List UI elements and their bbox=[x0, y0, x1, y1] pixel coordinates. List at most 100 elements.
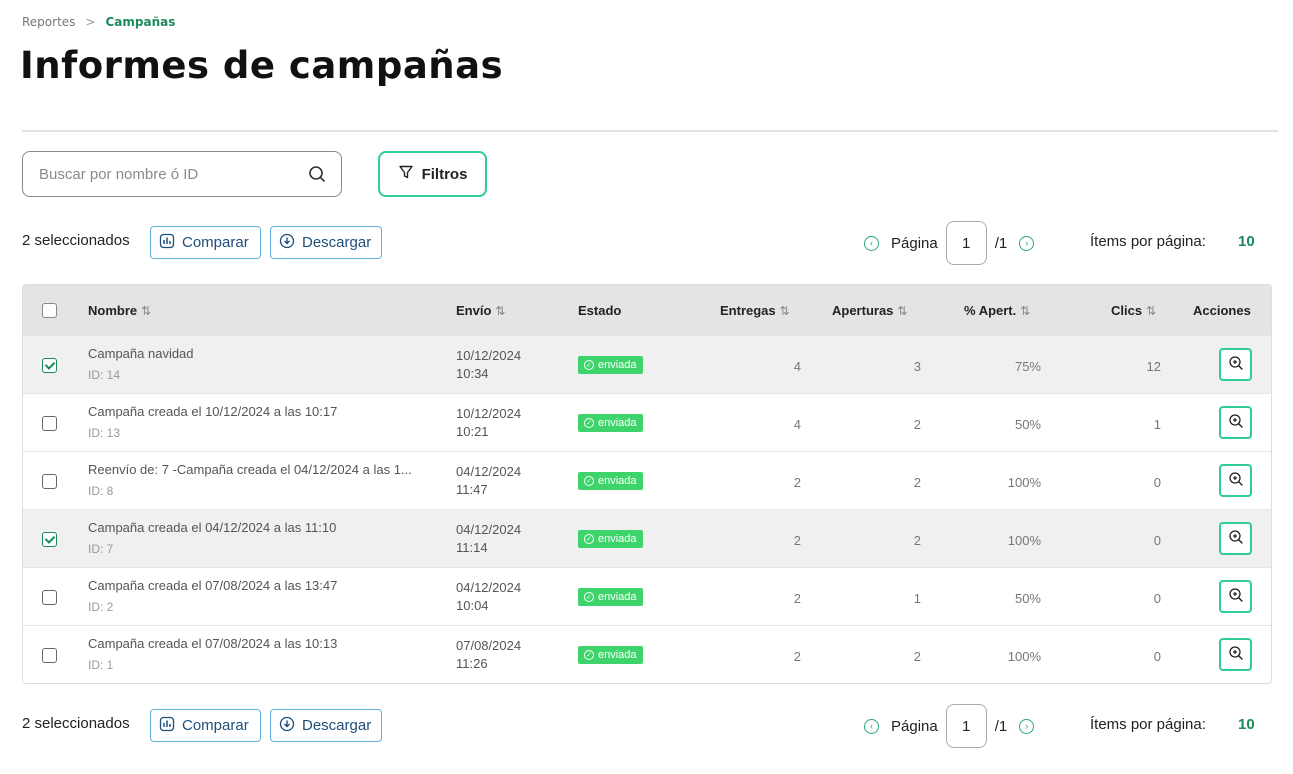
check-circle-icon: ✓ bbox=[584, 418, 594, 428]
clics-value: 0 bbox=[1153, 649, 1161, 664]
header-pct-apert[interactable]: % Apert. ⇅ bbox=[964, 303, 1030, 318]
send-datetime: 04/12/2024 11:14 bbox=[456, 521, 521, 557]
clics-value: 1 bbox=[1153, 417, 1161, 432]
campaign-id: ID: 2 bbox=[88, 600, 114, 614]
send-datetime: 04/12/2024 10:04 bbox=[456, 579, 521, 615]
view-report-button[interactable] bbox=[1219, 580, 1252, 613]
header-nombre-label: Nombre bbox=[88, 303, 138, 318]
sort-icon: ⇅ bbox=[779, 304, 790, 318]
search-input[interactable] bbox=[37, 164, 307, 184]
send-date: 04/12/2024 bbox=[456, 580, 522, 595]
campaigns-table: Nombre ⇅ Envío ⇅ Estado Entregas ⇅ Apertura… bbox=[22, 284, 1272, 684]
compare-label: Comparar bbox=[182, 234, 249, 251]
view-report-button[interactable] bbox=[1219, 348, 1252, 381]
row-checkbox[interactable] bbox=[42, 474, 57, 489]
pct-apert-value: 75% bbox=[1014, 359, 1041, 374]
items-per-page-select[interactable]: 10 bbox=[1238, 233, 1255, 250]
page-number-input[interactable] bbox=[945, 221, 987, 265]
row-checkbox[interactable] bbox=[42, 416, 57, 431]
campaign-name: Campaña creada el 07/08/2024 a las 10:13 bbox=[88, 636, 338, 651]
zoom-in-icon bbox=[1228, 587, 1244, 607]
send-time: 11:26 bbox=[456, 656, 488, 671]
page-total: /1 bbox=[994, 234, 1008, 252]
download-button[interactable]: Descargar bbox=[270, 226, 382, 259]
row-checkbox[interactable] bbox=[42, 532, 57, 547]
compare-button[interactable]: Comparar bbox=[150, 226, 261, 259]
download-icon bbox=[279, 716, 295, 736]
entregas-value: 2 bbox=[793, 475, 801, 490]
action-bar-top: 2 seleccionados Comparar Descargar ‹ Pág… bbox=[22, 221, 1278, 265]
pct-apert-value: 100% bbox=[1007, 475, 1041, 490]
send-time: 10:04 bbox=[456, 598, 489, 613]
campaign-id: ID: 14 bbox=[88, 368, 121, 382]
page-label: Página bbox=[891, 234, 938, 252]
items-per-page-select[interactable]: 10 bbox=[1238, 716, 1255, 733]
select-all-checkbox[interactable] bbox=[42, 303, 57, 318]
header-clics[interactable]: Clics ⇅ bbox=[1111, 303, 1156, 318]
page-total: /1 bbox=[994, 717, 1008, 735]
compare-label: Comparar bbox=[182, 717, 249, 734]
clics-value: 0 bbox=[1153, 533, 1161, 548]
send-time: 10:34 bbox=[456, 366, 489, 381]
divider bbox=[22, 130, 1278, 132]
table-row: Campaña creada el 07/08/2024 a las 13:47… bbox=[23, 567, 1271, 625]
aperturas-value: 1 bbox=[913, 591, 921, 606]
search-icon[interactable] bbox=[307, 164, 327, 184]
download-label: Descargar bbox=[302, 234, 372, 251]
status-badge: ✓ enviada bbox=[578, 646, 643, 664]
campaign-id: ID: 8 bbox=[88, 484, 114, 498]
send-time: 10:21 bbox=[456, 424, 489, 439]
aperturas-value: 3 bbox=[913, 359, 921, 374]
aperturas-value: 2 bbox=[913, 649, 921, 664]
chevron-left-circle-icon[interactable]: ‹ bbox=[864, 718, 879, 734]
page-label: Página bbox=[891, 717, 938, 735]
campaign-id: ID: 7 bbox=[88, 542, 114, 556]
search-box bbox=[22, 151, 342, 197]
compare-button[interactable]: Comparar bbox=[150, 709, 261, 742]
status-badge: ✓ enviada bbox=[578, 414, 643, 432]
status-label: enviada bbox=[598, 591, 637, 603]
download-icon bbox=[279, 233, 295, 253]
download-button[interactable]: Descargar bbox=[270, 709, 382, 742]
header-entregas-label: Entregas bbox=[720, 303, 776, 318]
entregas-value: 4 bbox=[793, 417, 801, 432]
header-envio[interactable]: Envío ⇅ bbox=[456, 303, 505, 318]
send-datetime: 10/12/2024 10:34 bbox=[456, 347, 521, 383]
entregas-value: 2 bbox=[793, 649, 801, 664]
status-label: enviada bbox=[598, 417, 637, 429]
header-nombre[interactable]: Nombre ⇅ bbox=[88, 303, 151, 318]
filters-button[interactable]: Filtros bbox=[378, 151, 487, 197]
view-report-button[interactable] bbox=[1219, 406, 1252, 439]
row-checkbox[interactable] bbox=[42, 648, 57, 663]
entregas-value: 4 bbox=[793, 359, 801, 374]
row-checkbox[interactable] bbox=[42, 358, 57, 373]
chevron-left-circle-icon[interactable]: ‹ bbox=[864, 235, 879, 251]
status-badge: ✓ enviada bbox=[578, 472, 643, 490]
zoom-in-icon bbox=[1228, 355, 1244, 375]
page-number-input[interactable] bbox=[945, 704, 987, 748]
breadcrumb-reportes[interactable]: Reportes bbox=[22, 15, 75, 29]
send-datetime: 07/08/2024 11:26 bbox=[456, 637, 521, 673]
status-badge: ✓ enviada bbox=[578, 356, 643, 374]
status-label: enviada bbox=[598, 359, 637, 371]
chevron-right-circle-icon[interactable]: › bbox=[1019, 235, 1035, 251]
view-report-button[interactable] bbox=[1219, 522, 1252, 555]
pagination: ‹ Página /1 › bbox=[864, 704, 1035, 748]
pagination: ‹ Página /1 › bbox=[864, 221, 1035, 265]
header-aperturas[interactable]: Aperturas ⇅ bbox=[832, 303, 907, 318]
status-label: enviada bbox=[598, 533, 637, 545]
aperturas-value: 2 bbox=[913, 475, 921, 490]
campaign-name: Campaña creada el 04/12/2024 a las 11:10 bbox=[88, 520, 337, 535]
row-checkbox[interactable] bbox=[42, 590, 57, 605]
view-report-button[interactable] bbox=[1219, 638, 1252, 671]
chevron-right-circle-icon[interactable]: › bbox=[1019, 718, 1035, 734]
selected-count: 2 seleccionados bbox=[22, 715, 130, 732]
page: Reportes > Campañas Informes de campañas… bbox=[0, 0, 1293, 774]
breadcrumb: Reportes > Campañas bbox=[22, 15, 175, 29]
sort-icon: ⇅ bbox=[141, 304, 152, 318]
sort-icon: ⇅ bbox=[1020, 304, 1031, 318]
check-circle-icon: ✓ bbox=[584, 650, 594, 660]
view-report-button[interactable] bbox=[1219, 464, 1252, 497]
header-entregas[interactable]: Entregas ⇅ bbox=[720, 303, 790, 318]
send-date: 07/08/2024 bbox=[456, 638, 522, 653]
